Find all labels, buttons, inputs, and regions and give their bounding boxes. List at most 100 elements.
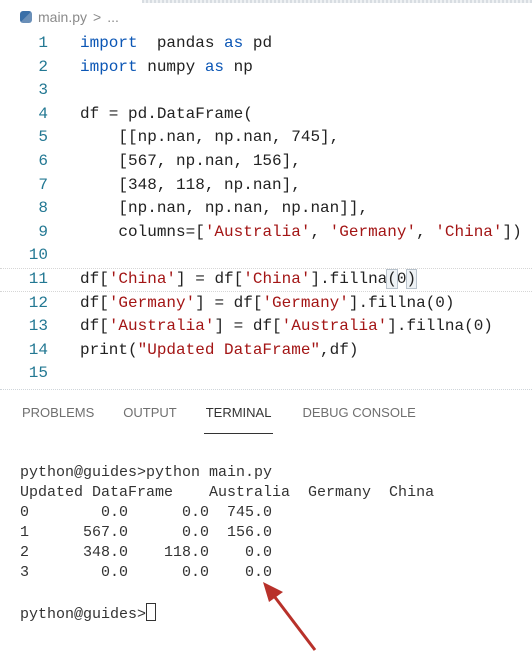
- code-token: 0: [396, 269, 407, 288]
- code-token: ] = df[: [214, 317, 282, 336]
- code-token: ]): [502, 222, 522, 241]
- code-line[interactable]: 5 [[np.nan, np.nan, 745],: [0, 126, 532, 150]
- code-token: (: [386, 268, 398, 289]
- code-text: [348, 118, np.nan],: [80, 174, 300, 198]
- breadcrumb[interactable]: main.py > ...: [20, 9, 119, 25]
- code-token: ,df): [320, 340, 359, 359]
- code-token: 'Germany': [262, 293, 349, 312]
- code-token: print(: [80, 340, 138, 359]
- terminal-line: python@guides>python main.py: [20, 464, 273, 481]
- line-number: 9: [38, 222, 48, 241]
- code-line[interactable]: 2 import numpy as np: [0, 56, 532, 80]
- code-line[interactable]: 3: [0, 79, 532, 103]
- code-token: 'China': [435, 222, 503, 241]
- terminal-line: 2 348.0 118.0 0.0: [20, 544, 273, 561]
- code-token: ].fillna(0): [348, 293, 455, 312]
- code-token: df[: [80, 317, 109, 336]
- line-number: 13: [28, 317, 48, 336]
- line-number: 14: [28, 340, 48, 359]
- code-token: df[: [80, 293, 109, 312]
- code-text: import numpy as np: [80, 56, 253, 80]
- line-number: 6: [38, 151, 48, 170]
- code-editor[interactable]: 1 import pandas as pd 2 import numpy as np 3…: [0, 32, 532, 386]
- terminal-line: 3 0.0 0.0 0.0: [20, 564, 273, 581]
- code-line[interactable]: 14 print("Updated DataFrame",df): [0, 339, 532, 363]
- line-number: 5: [38, 128, 48, 147]
- tab-problems[interactable]: PROBLEMS: [22, 405, 94, 434]
- code-line[interactable]: 4 df = pd.DataFrame(: [0, 103, 532, 127]
- code-token: as: [204, 57, 225, 76]
- code-token: pd: [243, 34, 273, 52]
- code-token: 'China': [108, 269, 177, 288]
- python-file-icon: [20, 11, 32, 23]
- code-line[interactable]: 15: [0, 362, 532, 386]
- terminal-line: 0 0.0 0.0 745.0: [20, 504, 273, 521]
- terminal-line: Updated DataFrame Australia Germany Chin…: [20, 484, 435, 501]
- code-line[interactable]: 12 df['Germany'] = df['Germany'].fillna(0…: [0, 292, 532, 316]
- code-token: columns=[: [80, 222, 205, 241]
- code-text: columns=['Australia', 'Germany', 'China'…: [80, 221, 522, 245]
- code-token: ,: [416, 222, 436, 241]
- terminal-input-line[interactable]: python@guides>: [20, 603, 434, 623]
- code-token: "Updated DataFrame": [137, 340, 321, 359]
- code-line[interactable]: 9 columns=['Australia', 'Germany', 'Chin…: [0, 221, 532, 245]
- code-token: import: [80, 57, 138, 76]
- code-token: 'Australia': [204, 222, 311, 241]
- code-text: [np.nan, np.nan, np.nan]],: [80, 197, 368, 221]
- line-number: 10: [28, 246, 48, 265]
- code-line[interactable]: 10: [0, 244, 532, 268]
- tab-terminal[interactable]: TERMINAL: [203, 405, 274, 434]
- code-token: df = pd.DataFrame(: [80, 104, 253, 123]
- terminal-prompt: python@guides>: [20, 606, 147, 623]
- code-line[interactable]: 6 [567, np.nan, 156],: [0, 150, 532, 174]
- code-token: ,: [310, 222, 330, 241]
- code-text: [567, np.nan, 156],: [80, 150, 300, 174]
- code-line[interactable]: 8 [np.nan, np.nan, np.nan]],: [0, 197, 532, 221]
- breadcrumb-more[interactable]: ...: [107, 9, 119, 25]
- line-number: 12: [28, 293, 48, 312]
- code-token: 'Australia': [281, 317, 388, 336]
- code-token: 'Germany': [329, 222, 417, 241]
- code-text: print("Updated DataFrame",df): [80, 339, 358, 363]
- code-token: df[: [80, 269, 109, 288]
- code-line[interactable]: 13 df['Australia'] = df['Australia'].fill…: [0, 315, 532, 339]
- code-token: numpy: [137, 57, 205, 76]
- code-token: pandas: [137, 34, 225, 52]
- code-line[interactable]: 11 df['China'] = df['China'].fillna(0): [0, 267, 532, 292]
- code-line[interactable]: 7 [348, 118, np.nan],: [0, 174, 532, 198]
- breadcrumb-separator: >: [93, 9, 102, 25]
- terminal-output[interactable]: python@guides>python main.py Updated Data…: [20, 463, 434, 623]
- code-token: as: [224, 34, 244, 52]
- terminal-cursor[interactable]: [146, 603, 157, 621]
- line-number: 15: [28, 364, 48, 383]
- line-number: 8: [38, 199, 48, 218]
- code-token: [np.nan, np.nan, np.nan]],: [80, 199, 369, 218]
- code-line[interactable]: 1 import pandas as pd: [0, 32, 532, 56]
- code-text: df['Australia'] = df['Australia'].fillna…: [80, 315, 493, 339]
- code-text: df = pd.DataFrame(: [80, 103, 253, 127]
- code-token: ].fillna(0): [387, 317, 493, 336]
- code-token: ].fillna: [310, 269, 388, 288]
- line-number: 2: [38, 57, 48, 76]
- code-token: ): [405, 268, 418, 289]
- panel-tabs: PROBLEMS OUTPUT TERMINAL DEBUG CONSOLE: [22, 405, 445, 434]
- breadcrumb-file[interactable]: main.py: [38, 9, 87, 25]
- code-token: ] = df[: [176, 269, 244, 288]
- code-token: np: [224, 57, 253, 76]
- code-text: import pandas as pd: [80, 32, 272, 56]
- terminal-line: 1 567.0 0.0 156.0: [20, 524, 273, 541]
- line-number: 7: [38, 175, 48, 194]
- code-text: df['China'] = df['China'].fillna(0): [80, 268, 418, 291]
- panel-divider[interactable]: [0, 389, 532, 390]
- code-token: 'Germany': [108, 293, 196, 312]
- red-arrow-annotation: [263, 582, 317, 651]
- code-token: import: [80, 34, 138, 52]
- tab-output[interactable]: OUTPUT: [123, 405, 176, 434]
- line-number: 1: [38, 34, 48, 52]
- line-number: 11: [28, 269, 48, 288]
- code-text: df['Germany'] = df['Germany'].fillna(0): [80, 292, 455, 316]
- tab-debug-console[interactable]: DEBUG CONSOLE: [302, 405, 415, 434]
- code-token: 'China': [243, 269, 311, 288]
- line-number: 3: [38, 81, 48, 100]
- line-number: 4: [38, 104, 48, 123]
